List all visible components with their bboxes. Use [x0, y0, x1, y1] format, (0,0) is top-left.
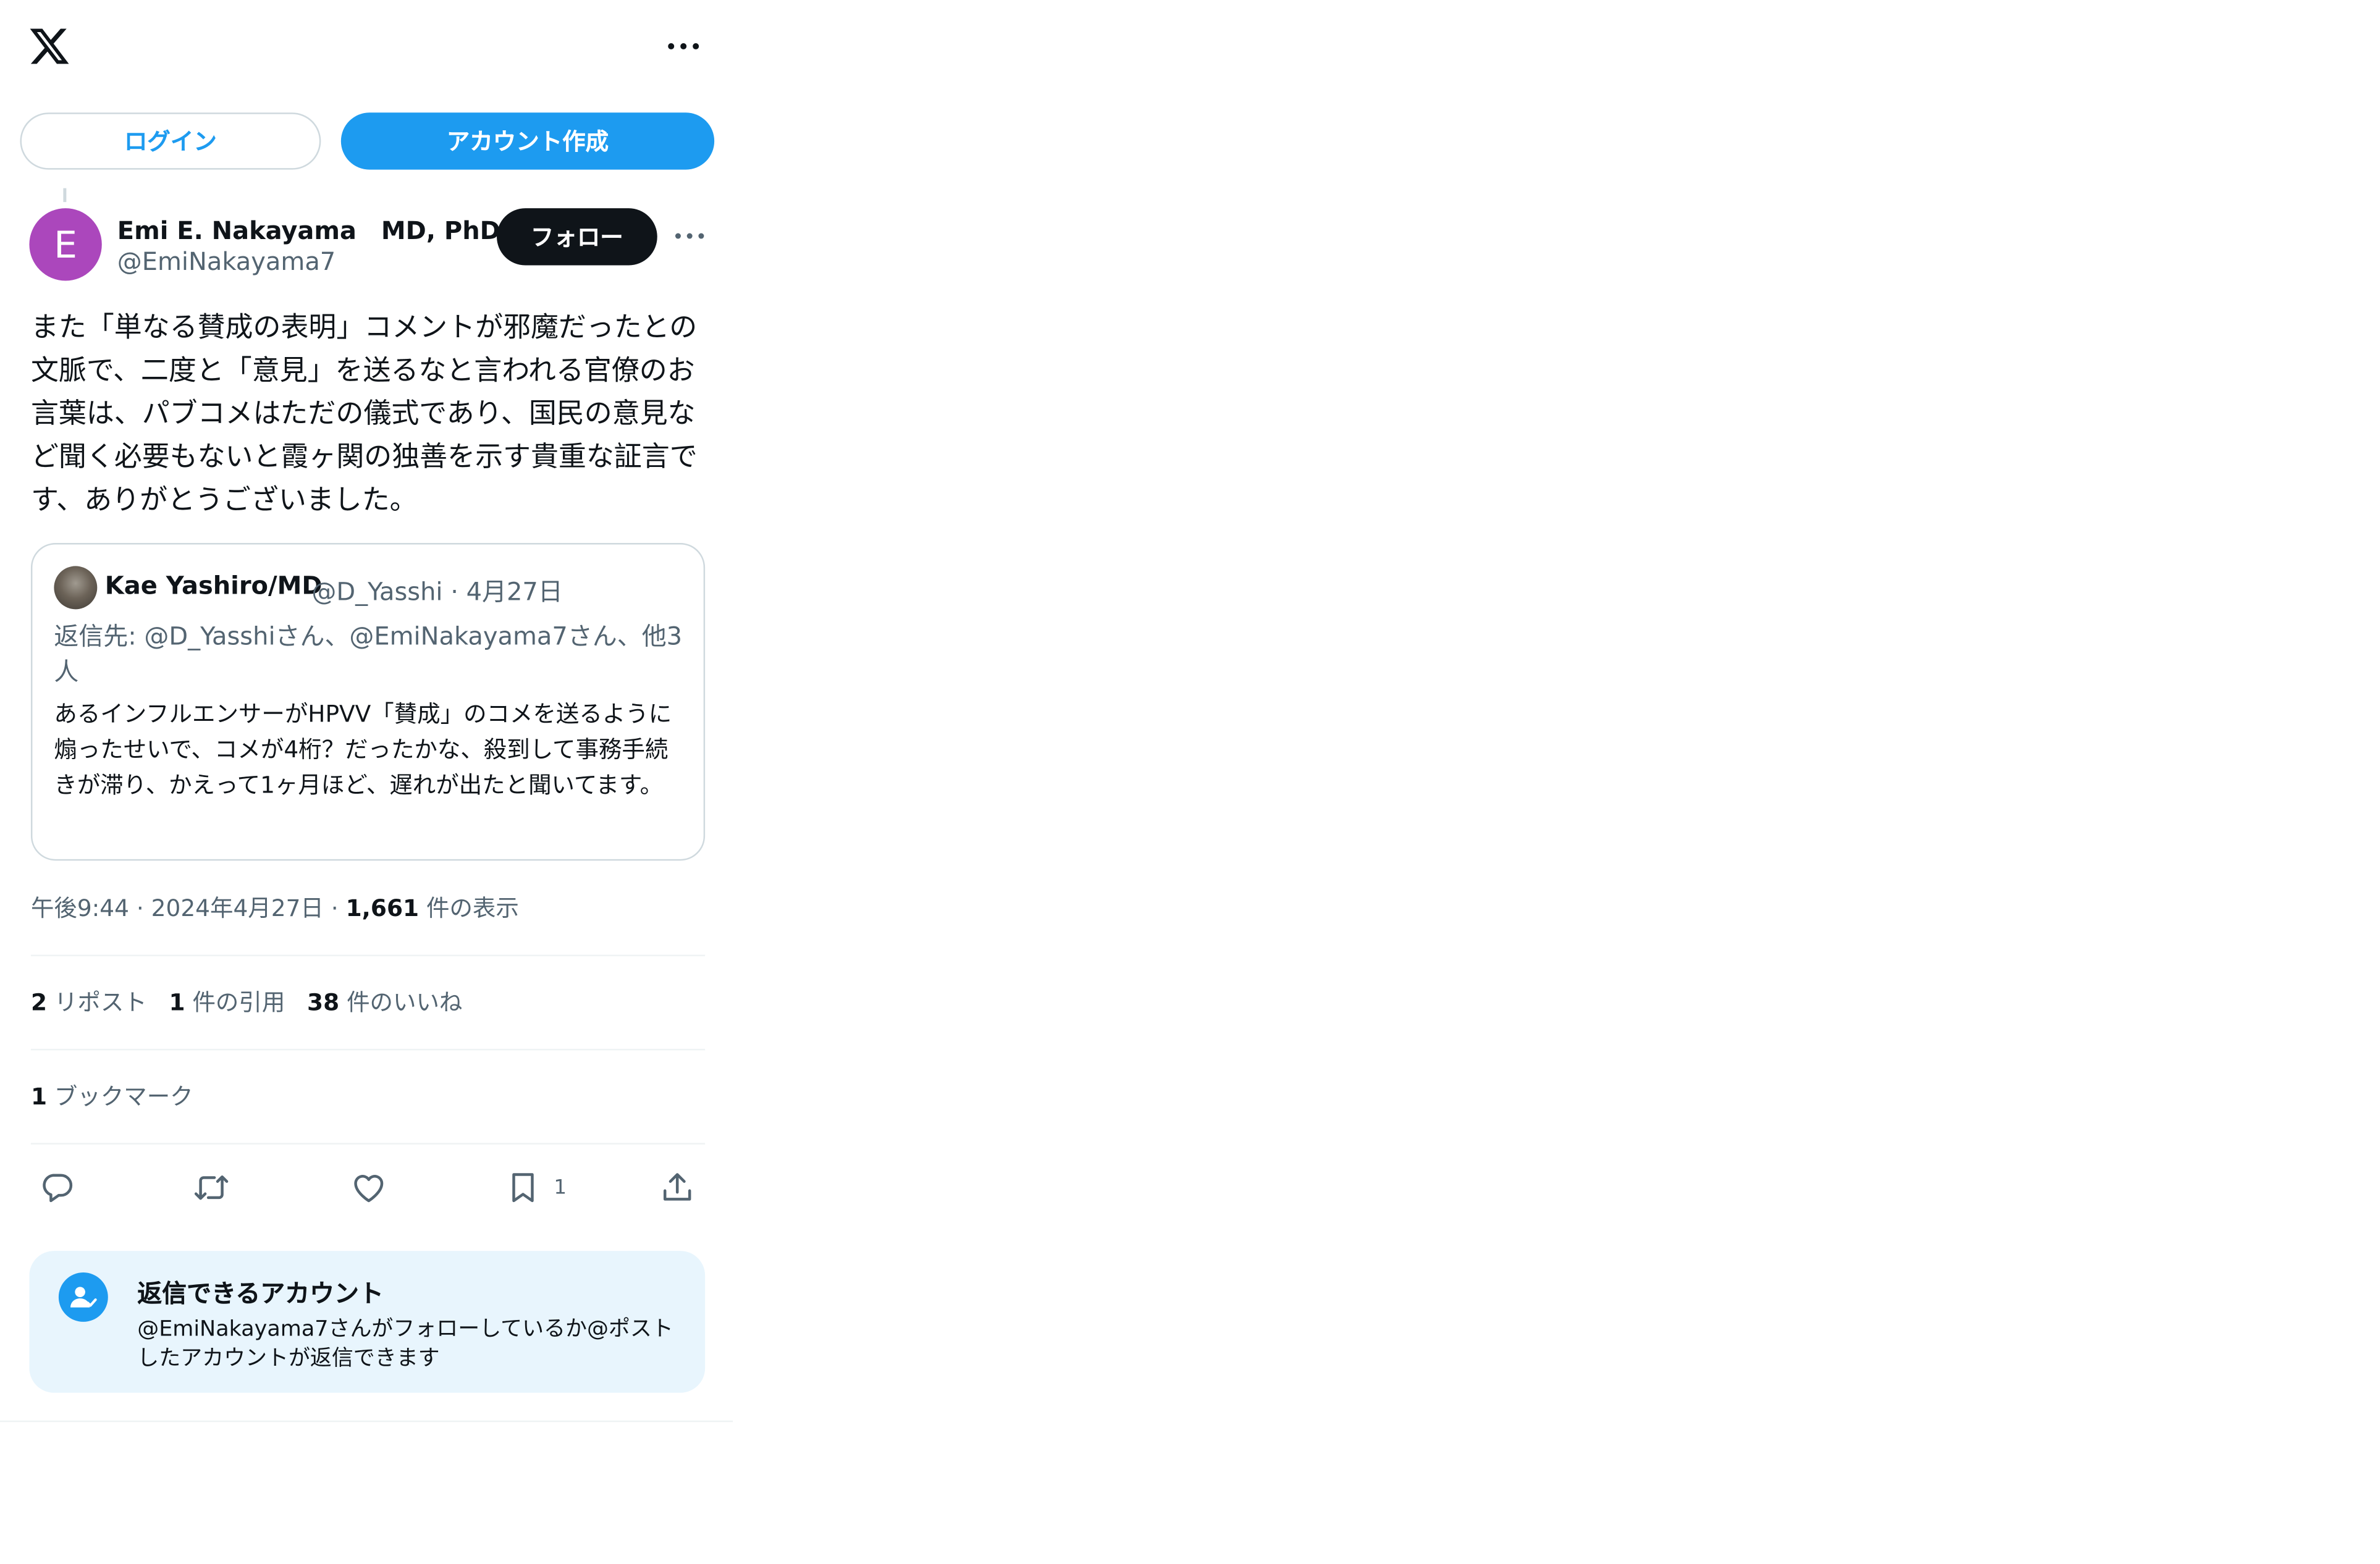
- likes-stat[interactable]: 38 件のいいね: [307, 989, 462, 1017]
- divider: [0, 1420, 733, 1423]
- quotes-label: 件の引用: [185, 988, 285, 1017]
- quoted-author-name: Kae Yashiro/MD: [104, 570, 323, 600]
- quotes-count: 1: [169, 988, 185, 1017]
- share-button[interactable]: [659, 1167, 696, 1208]
- post-text: また「単なる賛成の表明」コメントが邪魔だったとの文脈で、二度と「意見」を送るなと…: [30, 311, 698, 517]
- bookmark-count: 1: [554, 1175, 567, 1200]
- post-page: ログイン アカウント作成 E Emi E. Nakayama MD, PhD @…: [0, 0, 2379, 1564]
- avatar: [54, 566, 98, 610]
- author-handle[interactable]: @EmiNakayama7: [117, 247, 335, 276]
- likes-label: 件のいいね: [339, 988, 463, 1017]
- share-icon: [663, 1173, 691, 1201]
- top-bar: [0, 0, 733, 93]
- reply-restriction-title: 返信できるアカウント: [137, 1279, 384, 1308]
- x-logo-icon[interactable]: [28, 25, 71, 68]
- bookmarks-count: 1: [30, 1082, 48, 1111]
- quoted-text: あるインフルエンサーがHPVV「賛成」のコメを送るように煽ったせいで、コメが4桁…: [54, 700, 672, 799]
- follow-button[interactable]: フォロー: [497, 208, 657, 266]
- like-icon: [354, 1175, 384, 1203]
- bookmarks-label: ブックマーク: [47, 1082, 193, 1111]
- avatar-initial: E: [54, 222, 78, 266]
- reply-restriction-text: @EmiNakayama7さんがフォローしているか@ポストしたアカウントが返信で…: [137, 1317, 673, 1371]
- likes-count: 38: [307, 988, 340, 1017]
- more-icon[interactable]: [673, 225, 707, 247]
- views-count: 1,661: [345, 894, 420, 923]
- post-timestamp: 午後9:44 · 2024年4月27日 · 1,661 件の表示: [31, 891, 519, 923]
- repost-button[interactable]: [193, 1167, 230, 1208]
- reply-restriction-box: 返信できるアカウント @EmiNakayama7さんがフォローしているか@ポスト…: [29, 1251, 706, 1393]
- author-name[interactable]: Emi E. Nakayama MD, PhD: [117, 210, 500, 247]
- quotes-stat[interactable]: 1 件の引用: [169, 989, 285, 1017]
- quoted-meta: @D_Yasshi · 4月27日: [311, 576, 563, 607]
- user-check-icon: [58, 1272, 108, 1322]
- engagement-stats: 2 リポスト 1 件の引用 38 件のいいね: [31, 986, 462, 1018]
- like-button[interactable]: [350, 1167, 387, 1208]
- bookmark-icon: [512, 1173, 534, 1203]
- bookmark-button[interactable]: 1: [505, 1167, 567, 1208]
- thread-line: [63, 188, 67, 203]
- views-label: 件の表示: [419, 894, 519, 923]
- reposts-count: 2: [30, 988, 48, 1017]
- divider: [30, 954, 706, 957]
- divider: [30, 1143, 706, 1145]
- timestamp-text[interactable]: 午後9:44 · 2024年4月27日 ·: [31, 894, 346, 922]
- repost-icon: [194, 1175, 229, 1200]
- reply-icon: [43, 1174, 73, 1203]
- more-icon[interactable]: [665, 34, 702, 59]
- quoted-reply-to: 返信先: @D_Yasshiさん、@EmiNakayama7さん、他3人: [54, 621, 683, 687]
- signup-button[interactable]: アカウント作成: [340, 112, 715, 170]
- reposts-label: リポスト: [47, 988, 147, 1017]
- bookmarks-stat: 1 ブックマーク: [31, 1080, 193, 1112]
- reply-button[interactable]: [38, 1167, 75, 1208]
- avatar[interactable]: E: [29, 208, 102, 281]
- login-button[interactable]: ログイン: [20, 112, 321, 170]
- reposts-stat[interactable]: 2 リポスト: [31, 989, 147, 1017]
- divider: [30, 1048, 706, 1051]
- quoted-post[interactable]: Kae Yashiro/MD @D_Yasshi · 4月27日 返信先: @D…: [30, 542, 706, 861]
